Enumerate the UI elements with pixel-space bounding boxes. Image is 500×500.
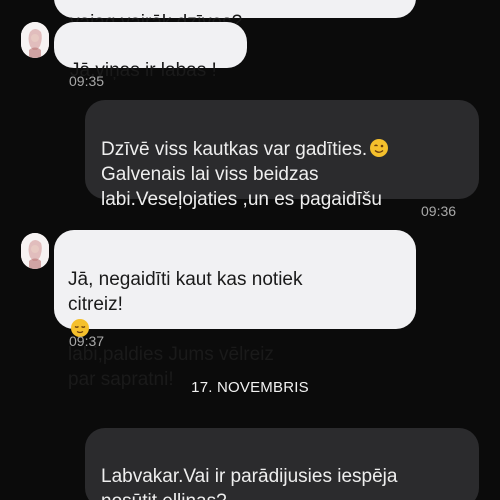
message-bubble-incoming[interactable]: Jā,viņas ir labas ! (54, 22, 247, 81)
date-separator: 17. NOVEMBRIS (191, 379, 309, 396)
message-bubble-incoming[interactable]: Jā, negaidīti kaut kas notiek citreiz! l… (54, 230, 416, 390)
chat-thread: vajag vairāk dzīves? Jā,viņas ir labas !… (0, 0, 500, 500)
message-text: Dzīvē viss kautkas var gadīties. (101, 139, 368, 160)
contact-avatar-icon[interactable] (21, 22, 49, 58)
message-text: Labvakar.Vai ir parādijusies iespēja nos… (101, 466, 398, 500)
message-bubble-outgoing[interactable]: Dzīvē viss kautkas var gadīties. Galvena… (85, 100, 479, 210)
message-timestamp: 09:37 (69, 333, 105, 349)
contact-avatar-icon[interactable] (21, 233, 49, 269)
message-timestamp: 09:36 (421, 203, 457, 219)
message-bubble-incoming[interactable]: vajag vairāk dzīves? (54, 0, 416, 55)
message-timestamp: 09:35 (69, 73, 105, 89)
message-text-continued: Galvenais lai viss beidzas labi.Veseļoja… (101, 164, 382, 210)
message-text: Jā, negaidīti kaut kas notiek citreiz! (68, 269, 303, 315)
message-bubble-outgoing[interactable]: Labvakar.Vai ir parādijusies iespēja nos… (85, 428, 479, 500)
winking-face-emoji (370, 139, 389, 157)
